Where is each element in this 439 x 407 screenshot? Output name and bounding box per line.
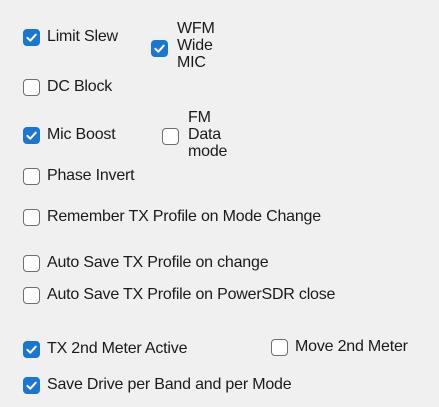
checkmark-icon [26,345,37,354]
dc-block-label: DC Block [47,78,113,95]
remember-tx-profile-checkbox[interactable]: Remember TX Profile on Mode Change [23,208,321,226]
auto-save-on-change-label: Auto Save TX Profile on change [47,254,269,271]
dc-block-checkbox[interactable]: DC Block [23,78,112,96]
tx-options-panel: Limit Slew WFM Wide MIC DC Block Mic Boo… [0,0,439,407]
auto-save-on-change-box[interactable] [23,254,40,272]
fm-data-mode-box[interactable] [162,128,179,145]
limit-slew-box[interactable] [23,28,40,46]
phase-invert-label: Phase Invert [47,167,135,184]
checkmark-icon [154,44,165,53]
checkmark-icon [26,33,37,42]
wfm-wide-mic-checkbox[interactable] [151,40,168,57]
save-drive-per-band-label: Save Drive per Band and per Mode [47,376,292,393]
tx-2nd-meter-active-box[interactable] [23,340,40,358]
tx-2nd-meter-active-label: TX 2nd Meter Active [47,340,188,357]
auto-save-on-change-checkbox[interactable]: Auto Save TX Profile on change [23,254,269,272]
fm-data-mode-label: FM Data mode [188,109,228,160]
checkmark-icon [26,131,37,140]
remember-tx-profile-label: Remember TX Profile on Mode Change [47,208,321,225]
limit-slew-label: Limit Slew [47,28,118,45]
phase-invert-checkbox[interactable]: Phase Invert [23,167,135,185]
phase-invert-box[interactable] [23,167,40,185]
move-2nd-meter-box[interactable] [271,338,288,356]
move-2nd-meter-label: Move 2nd Meter [295,338,408,355]
fm-data-mode-checkbox[interactable] [162,128,179,145]
limit-slew-checkbox[interactable]: Limit Slew [23,28,118,46]
auto-save-on-close-checkbox[interactable]: Auto Save TX Profile on PowerSDR close [23,286,335,304]
tx-2nd-meter-active-checkbox[interactable]: TX 2nd Meter Active [23,340,187,358]
mic-boost-box[interactable] [23,126,40,144]
checkmark-icon [26,381,37,390]
auto-save-on-close-box[interactable] [23,286,40,304]
dc-block-box[interactable] [23,78,40,96]
auto-save-on-close-label: Auto Save TX Profile on PowerSDR close [47,286,336,303]
save-drive-per-band-checkbox[interactable]: Save Drive per Band and per Mode [23,376,292,394]
wfm-wide-mic-box[interactable] [151,40,168,57]
move-2nd-meter-checkbox[interactable]: Move 2nd Meter [271,338,408,356]
mic-boost-label: Mic Boost [47,126,116,143]
save-drive-per-band-box[interactable] [23,376,40,394]
remember-tx-profile-box[interactable] [23,208,40,226]
wfm-wide-mic-label: WFM Wide MIC [177,20,215,71]
mic-boost-checkbox[interactable]: Mic Boost [23,126,116,144]
